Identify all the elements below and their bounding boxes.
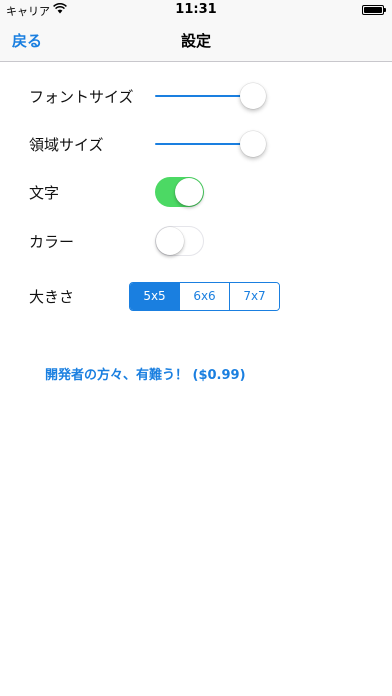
text-toggle[interactable] bbox=[155, 177, 204, 207]
size-label: 大きさ bbox=[29, 288, 75, 306]
font-size-slider[interactable] bbox=[155, 81, 275, 111]
text-toggle-knob bbox=[175, 178, 203, 206]
area-size-slider[interactable] bbox=[155, 129, 275, 159]
size-option-7x7[interactable]: 7x7 bbox=[229, 283, 279, 310]
area-size-slider-thumb[interactable] bbox=[240, 131, 266, 157]
size-option-5x5[interactable]: 5x5 bbox=[130, 283, 179, 310]
size-segmented-control[interactable]: 5x5 6x6 7x7 bbox=[129, 282, 280, 311]
font-size-slider-thumb[interactable] bbox=[240, 83, 266, 109]
donate-link[interactable]: 開発者の方々、有難う！ ($0.99) bbox=[45, 364, 246, 383]
color-toggle-knob bbox=[156, 227, 184, 255]
status-time: 11:31 bbox=[175, 2, 217, 17]
navigation-bar: 戻る 設定 bbox=[0, 20, 392, 62]
settings-screen: キャリア 11:31 戻る 設定 フォントサイズ 領域サイズ 文字 カラー 大き… bbox=[0, 0, 392, 696]
color-toggle[interactable] bbox=[155, 226, 204, 256]
font-size-slider-track bbox=[155, 95, 253, 97]
text-label: 文字 bbox=[29, 184, 60, 202]
page-title: 設定 bbox=[180, 32, 211, 50]
battery-icon bbox=[362, 5, 386, 15]
area-size-label: 領域サイズ bbox=[29, 136, 104, 154]
size-option-6x6[interactable]: 6x6 bbox=[179, 283, 229, 310]
area-size-slider-track bbox=[155, 143, 253, 145]
status-bar: キャリア 11:31 bbox=[0, 0, 392, 20]
color-label: カラー bbox=[29, 233, 75, 251]
font-size-label: フォントサイズ bbox=[29, 88, 134, 106]
